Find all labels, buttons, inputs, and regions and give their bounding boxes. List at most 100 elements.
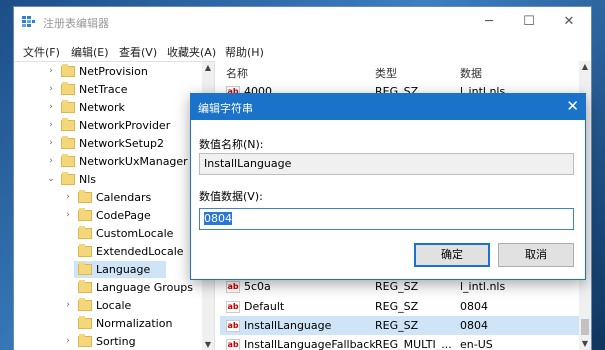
value-name-label: 数值名称(N):	[199, 138, 264, 151]
folder-icon	[78, 316, 92, 329]
expand-arrow-icon[interactable]: ›	[47, 117, 55, 134]
folder-icon	[61, 118, 75, 131]
expand-arrow-icon[interactable]: ›	[47, 99, 55, 116]
dialog-title: 编辑字符串	[198, 102, 253, 115]
window-title: 注册表编辑器	[43, 17, 109, 30]
value-data: 0804	[460, 319, 488, 332]
expand-arrow-icon[interactable]: ›	[47, 81, 55, 98]
tree-item-label: Language Groups	[96, 281, 194, 294]
cancel-button[interactable]: 取消	[498, 243, 574, 267]
string-value-icon: ab	[226, 301, 240, 313]
selected-text: 0804	[204, 212, 232, 225]
tree-item-label: CodePage	[96, 209, 151, 222]
minimize-icon[interactable]: ─	[469, 7, 509, 37]
tree-item-label: NetworkUxManager	[79, 155, 188, 168]
folder-icon	[61, 64, 75, 77]
collapse-arrow-icon[interactable]: ⌄	[47, 171, 55, 188]
column-header-type[interactable]: 类型	[375, 65, 397, 81]
tree-item-nls[interactable]: ⌄ Nls	[14, 171, 204, 188]
menu-view[interactable]: 查看(V)	[119, 44, 157, 60]
value-row[interactable]: ab InstallLanguageFallback REG_MULTI_...…	[220, 335, 580, 350]
tree-item-networksetup2[interactable]: › NetworkSetup2	[14, 135, 204, 152]
folder-icon	[78, 208, 92, 221]
folder-icon	[78, 262, 92, 275]
scroll-up-icon[interactable]: ▲	[202, 62, 214, 74]
value-data: 0804	[460, 300, 488, 313]
value-name-field: InstallLanguage	[199, 153, 574, 175]
tree-item-language-groups[interactable]: Language Groups	[14, 279, 204, 296]
scroll-up-icon[interactable]: ▲	[579, 61, 591, 73]
tree-item-nettrace[interactable]: › NetTrace	[14, 81, 204, 98]
tree-item-extendedlocale[interactable]: ExtendedLocale	[14, 243, 204, 260]
tree-item-label: Sorting	[96, 335, 136, 348]
expand-arrow-icon[interactable]: ›	[64, 297, 72, 314]
menu-file[interactable]: 文件(F)	[23, 44, 60, 60]
tree-item-codepage[interactable]: › CodePage	[14, 207, 204, 224]
column-header-name[interactable]: 名称	[226, 65, 248, 81]
tree-item-customlocale[interactable]: CustomLocale	[14, 225, 204, 242]
folder-icon	[61, 100, 75, 113]
menu-bar: 文件(F) 编辑(E) 查看(V) 收藏夹(A) 帮助(H)	[14, 44, 591, 60]
tree-item-label: Locale	[96, 299, 132, 312]
folder-icon	[78, 244, 92, 257]
value-row-selected[interactable]: ab InstallLanguage REG_SZ 0804	[220, 316, 580, 335]
tree-item-label: Language	[96, 263, 151, 276]
string-value-icon: ab	[226, 281, 240, 293]
value-type: REG_SZ	[375, 300, 419, 313]
tree-item-sorting[interactable]: › Sorting	[14, 333, 204, 350]
string-value-icon: ab	[226, 339, 240, 350]
maximize-icon[interactable]: ☐	[509, 7, 549, 37]
scroll-down-icon[interactable]: ▼	[579, 338, 591, 350]
scroll-thumb[interactable]	[581, 319, 589, 335]
tree-item-networkuxmanager[interactable]: › NetworkUxManager	[14, 153, 204, 170]
key-tree: › NetProvision › NetTrace › Network › Ne…	[14, 61, 214, 350]
folder-icon	[78, 334, 92, 347]
expand-arrow-icon[interactable]: ›	[64, 333, 72, 350]
close-icon[interactable]: ✕	[566, 97, 579, 115]
expand-arrow-icon[interactable]: ›	[47, 153, 55, 170]
registry-app-icon	[22, 16, 35, 27]
scroll-down-icon[interactable]: ▼	[202, 339, 214, 350]
string-value-icon: ab	[226, 320, 240, 332]
tree-item-label: NetProvision	[79, 65, 148, 78]
expand-arrow-icon[interactable]: ›	[64, 189, 72, 206]
menu-edit[interactable]: 编辑(E)	[71, 44, 109, 60]
tree-item-language[interactable]: Language	[74, 261, 166, 278]
folder-icon	[61, 82, 75, 95]
value-data-input[interactable]: 0804	[199, 208, 574, 230]
tree-item-label: Calendars	[96, 191, 152, 204]
value-data-label: 数值数据(V):	[199, 190, 263, 203]
tree-item-networkprovider[interactable]: › NetworkProvider	[14, 117, 204, 134]
value-row[interactable]: ab Default REG_SZ 0804	[220, 297, 580, 316]
folder-icon	[78, 280, 92, 293]
tree-item-normalization[interactable]: Normalization	[14, 315, 204, 332]
ok-button[interactable]: 确定	[414, 243, 490, 267]
tree-item-label: NetworkSetup2	[79, 137, 164, 150]
menu-favorites[interactable]: 收藏夹(A)	[167, 44, 216, 60]
title-bar[interactable]: 注册表编辑器 ─ ☐ ✕	[14, 7, 591, 37]
folder-icon	[78, 190, 92, 203]
column-header-data[interactable]: 数据	[460, 65, 482, 81]
tree-item-netprovision[interactable]: › NetProvision	[14, 63, 204, 80]
tree-item-network[interactable]: › Network	[14, 99, 204, 116]
expand-arrow-icon[interactable]: ›	[47, 63, 55, 80]
tree-item-label: CustomLocale	[96, 227, 174, 240]
expand-arrow-icon[interactable]: ›	[47, 135, 55, 152]
tree-item-label: Network	[79, 101, 125, 114]
tree-item-label: Nls	[79, 173, 97, 186]
value-data: en-US	[460, 338, 493, 350]
menu-help[interactable]: 帮助(H)	[225, 44, 264, 60]
value-name: InstallLanguage	[244, 319, 332, 332]
expand-arrow-icon[interactable]: ›	[64, 207, 72, 224]
folder-icon	[61, 136, 75, 149]
folder-icon	[78, 226, 92, 239]
tree-item-locale[interactable]: › Locale	[14, 297, 204, 314]
tree-item-label: NetworkProvider	[79, 119, 171, 132]
close-icon[interactable]: ✕	[549, 7, 589, 37]
tree-item-calendars[interactable]: › Calendars	[14, 189, 204, 206]
folder-icon	[61, 154, 75, 167]
dialog-title-bar[interactable]: 编辑字符串 ✕	[191, 94, 585, 120]
tree-item-label: NetTrace	[79, 83, 128, 96]
value-type: REG_MULTI_...	[375, 338, 452, 350]
edit-string-dialog: 编辑字符串 ✕ 数值名称(N): InstallLanguage 数值数据(V)…	[190, 93, 586, 280]
